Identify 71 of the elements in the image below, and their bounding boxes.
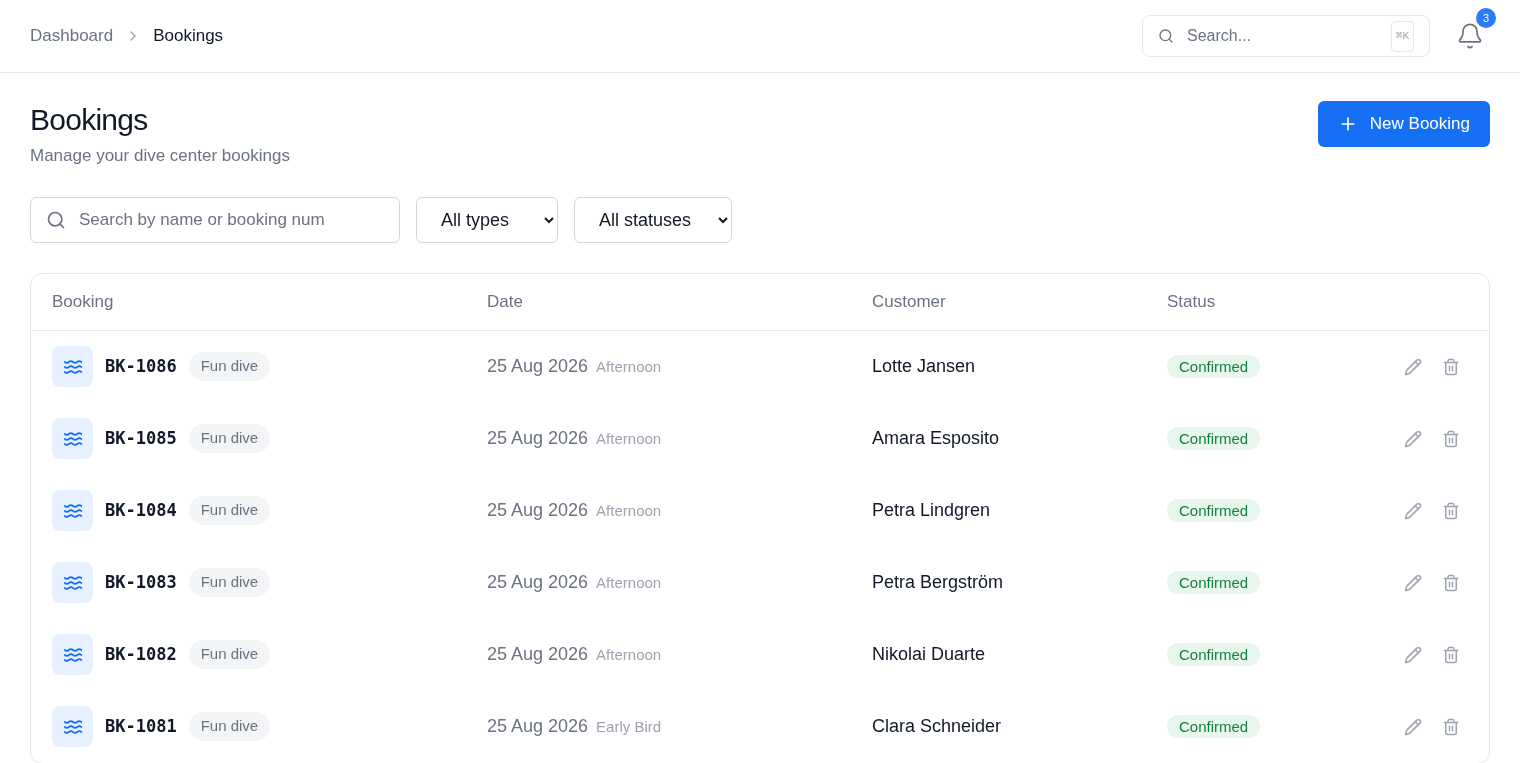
booking-number: BK-1086 bbox=[105, 354, 177, 378]
time-slot: Early Bird bbox=[596, 716, 662, 739]
booking-type-tag: Fun dive bbox=[188, 424, 271, 453]
new-booking-button[interactable]: New Booking bbox=[1317, 101, 1490, 147]
time-slot: Afternoon bbox=[596, 572, 662, 595]
edit-button[interactable] bbox=[1404, 573, 1422, 592]
breadcrumb-link[interactable]: Dashboard bbox=[30, 23, 114, 49]
booking-number: BK-1084 bbox=[105, 498, 177, 522]
search-icon bbox=[1158, 28, 1174, 44]
booking-search-field[interactable]: Search by name or booking num bbox=[30, 196, 400, 243]
booking-type-tag: Fun dive bbox=[188, 712, 271, 741]
delete-button[interactable] bbox=[1442, 357, 1460, 376]
waves-icon bbox=[52, 418, 93, 459]
page-title: Bookings bbox=[30, 102, 149, 138]
booking-date: 25 Aug 2026 bbox=[487, 427, 589, 450]
customer-name: Petra Lindgren bbox=[872, 499, 992, 522]
booking-date: 25 Aug 2026 bbox=[487, 355, 589, 378]
waves-icon bbox=[52, 490, 93, 531]
booking-date: 25 Aug 2026 bbox=[487, 571, 589, 594]
delete-button[interactable] bbox=[1442, 501, 1460, 520]
waves-icon bbox=[52, 346, 93, 387]
time-slot: Afternoon bbox=[596, 356, 662, 379]
page-subtitle: Manage your dive center bookings bbox=[30, 145, 290, 167]
breadcrumb-link[interactable]: Bookings bbox=[153, 23, 224, 49]
waves-icon bbox=[52, 634, 93, 675]
delete-button[interactable] bbox=[1442, 429, 1460, 448]
status-tag: Confirmed bbox=[1167, 498, 1261, 522]
status-tag: Confirmed bbox=[1167, 714, 1261, 738]
edit-button[interactable] bbox=[1404, 357, 1422, 376]
status-tag: Confirmed bbox=[1167, 570, 1261, 594]
column-header: Date bbox=[487, 290, 524, 313]
status-tag: Confirmed bbox=[1167, 642, 1261, 666]
status-tag: Confirmed bbox=[1167, 354, 1261, 378]
customer-name: Petra Bergström bbox=[872, 571, 1005, 594]
status-select[interactable]: All statuses bbox=[574, 196, 732, 243]
booking-type-tag: Fun dive bbox=[188, 640, 271, 669]
notification-badge: 3 bbox=[1476, 8, 1496, 28]
waves-icon bbox=[52, 562, 93, 603]
edit-button[interactable] bbox=[1404, 717, 1422, 736]
booking-number: BK-1085 bbox=[105, 426, 177, 450]
edit-button[interactable] bbox=[1404, 501, 1422, 520]
type-select[interactable]: All types bbox=[416, 196, 558, 243]
column-header: Customer bbox=[872, 290, 947, 313]
status-tag: Confirmed bbox=[1167, 426, 1261, 450]
time-slot: Afternoon bbox=[596, 428, 662, 451]
customer-name: Amara Esposito bbox=[872, 427, 1001, 450]
column-header: Booking bbox=[52, 290, 115, 313]
booking-number: BK-1082 bbox=[105, 642, 177, 666]
booking-type-tag: Fun dive bbox=[188, 352, 271, 381]
booking-number: BK-1083 bbox=[105, 570, 177, 594]
booking-date: 25 Aug 2026 bbox=[487, 643, 589, 666]
customer-name: Nikolai Duarte bbox=[872, 643, 987, 666]
shortcut-key: ⌘K bbox=[1390, 21, 1414, 52]
waves-icon bbox=[52, 706, 93, 747]
delete-button[interactable] bbox=[1442, 717, 1460, 736]
customer-name: Lotte Jansen bbox=[872, 355, 977, 378]
delete-button[interactable] bbox=[1442, 645, 1460, 664]
time-slot: Afternoon bbox=[596, 500, 662, 523]
search-icon bbox=[46, 209, 66, 230]
time-slot: Afternoon bbox=[596, 644, 662, 667]
booking-date: 25 Aug 2026 bbox=[487, 499, 589, 522]
booking-type-tag: Fun dive bbox=[188, 568, 271, 597]
edit-button[interactable] bbox=[1404, 645, 1422, 664]
edit-button[interactable] bbox=[1404, 429, 1422, 448]
delete-button[interactable] bbox=[1442, 573, 1460, 592]
customer-name: Clara Schneider bbox=[872, 715, 1003, 738]
booking-type-tag: Fun dive bbox=[188, 496, 271, 525]
bell-icon bbox=[1456, 22, 1484, 50]
column-header: Status bbox=[1167, 290, 1217, 313]
booking-date: 25 Aug 2026 bbox=[487, 715, 589, 738]
booking-number: BK-1081 bbox=[105, 714, 177, 738]
